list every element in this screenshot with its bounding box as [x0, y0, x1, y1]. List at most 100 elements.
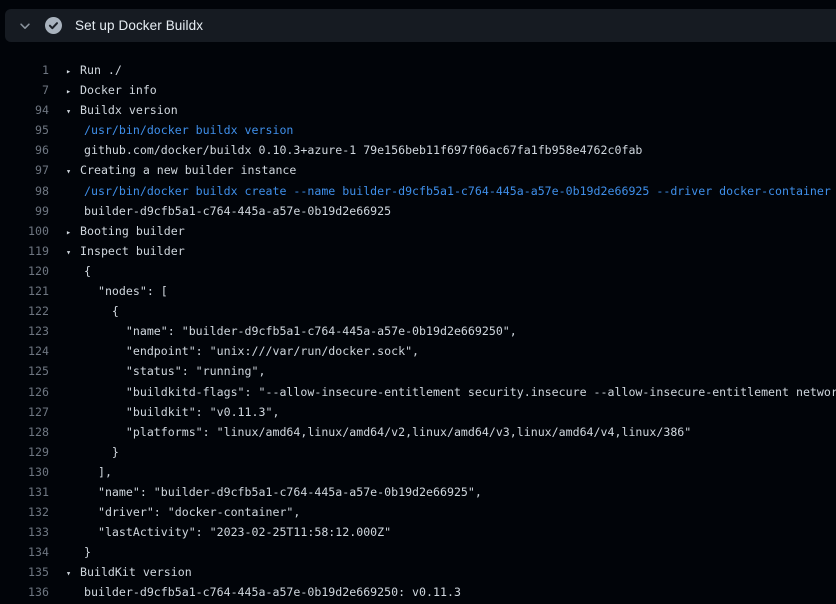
group-title: BuildKit version [80, 565, 192, 579]
line-number[interactable]: 125 [0, 361, 49, 381]
line-number[interactable]: 94 [0, 100, 49, 120]
line-number[interactable]: 7 [0, 80, 49, 100]
log-line: 128 "platforms": "linux/amd64,linux/amd6… [0, 422, 836, 442]
line-number[interactable]: 95 [0, 120, 49, 140]
line-number[interactable]: 134 [0, 542, 49, 562]
group-expanded-icon[interactable]: ▾ [66, 564, 80, 582]
output-text: "platforms": "linux/amd64,linux/amd64/v2… [66, 422, 691, 442]
group-collapsed-icon[interactable]: ▸ [66, 62, 80, 80]
group-row-body[interactable]: ▸Booting builder [66, 221, 185, 241]
line-number[interactable]: 124 [0, 341, 49, 361]
group-expanded-icon[interactable]: ▾ [66, 162, 80, 180]
line-number[interactable]: 122 [0, 301, 49, 321]
log-line[interactable]: 135 ▾BuildKit version [0, 562, 836, 582]
log-line: 122 { [0, 301, 836, 321]
output-text: "name": "builder-d9cfb5a1-c764-445a-a57e… [66, 482, 482, 502]
group-row-body[interactable]: ▾Inspect builder [66, 241, 185, 261]
output-text: { [66, 301, 119, 321]
actions-log-viewer: Set up Docker Buildx 1▸Run ./7▸Docker in… [0, 0, 836, 604]
step-header[interactable]: Set up Docker Buildx [5, 9, 836, 42]
output-text: { [66, 261, 91, 281]
log-line: 134} [0, 542, 836, 562]
group-collapsed-icon[interactable]: ▸ [66, 82, 80, 100]
line-number[interactable]: 97 [0, 160, 49, 180]
line-number[interactable]: 136 [0, 582, 49, 602]
line-number[interactable]: 127 [0, 402, 49, 422]
log-line[interactable]: 119 ▾Inspect builder [0, 241, 836, 261]
output-text: "driver": "docker-container", [66, 502, 300, 522]
line-number[interactable]: 121 [0, 281, 49, 301]
log-line: 133 "lastActivity": "2023-02-25T11:58:12… [0, 522, 836, 542]
group-row-body[interactable]: ▾Creating a new builder instance [66, 160, 296, 180]
log-line: 132 "driver": "docker-container", [0, 502, 836, 522]
log-line: 95/usr/bin/docker buildx version [0, 120, 836, 140]
line-number[interactable]: 131 [0, 482, 49, 502]
output-text: "lastActivity": "2023-02-25T11:58:12.000… [66, 522, 391, 542]
log-line: 130 ], [0, 462, 836, 482]
log-lines: 1▸Run ./7▸Docker info94▾Buildx version95… [0, 60, 836, 603]
group-title: Booting builder [80, 224, 185, 238]
line-number[interactable]: 100 [0, 221, 49, 241]
command-text: /usr/bin/docker buildx create --name bui… [66, 181, 831, 201]
log-line: 136 builder-d9cfb5a1-c764-445a-a57e-0b19d… [0, 582, 836, 602]
log-line: 121 "nodes": [ [0, 281, 836, 301]
group-title: Creating a new builder instance [80, 163, 296, 177]
line-number[interactable]: 120 [0, 261, 49, 281]
log-line[interactable]: 1 ▸Run ./ [0, 60, 836, 80]
output-text: ], [66, 462, 112, 482]
line-number[interactable]: 132 [0, 502, 49, 522]
group-title: Run ./ [80, 63, 122, 77]
output-text: "status": "running", [66, 361, 265, 381]
log-line[interactable]: 100 ▸Booting builder [0, 221, 836, 241]
log-line: 129 } [0, 442, 836, 462]
chevron-down-icon[interactable] [18, 19, 32, 33]
log-line: 98/usr/bin/docker buildx create --name b… [0, 181, 836, 201]
line-number[interactable]: 119 [0, 241, 49, 261]
output-text: "buildkit": "v0.11.3", [66, 402, 279, 422]
output-text: builder-d9cfb5a1-c764-445a-a57e-0b19d2e6… [66, 201, 391, 221]
group-title: Buildx version [80, 103, 178, 117]
group-expanded-icon[interactable]: ▾ [66, 102, 80, 120]
log-line: 127 "buildkit": "v0.11.3", [0, 402, 836, 422]
line-number[interactable]: 123 [0, 321, 49, 341]
check-circle-icon [45, 17, 62, 34]
output-text: "name": "builder-d9cfb5a1-c764-445a-a57e… [66, 321, 517, 341]
log-line: 96 github.com/docker/buildx 0.10.3+azure-… [0, 140, 836, 160]
log-line: 124 "endpoint": "unix:///var/run/docker.… [0, 341, 836, 361]
log-line[interactable]: 7 ▸Docker info [0, 80, 836, 100]
line-number[interactable]: 135 [0, 562, 49, 582]
group-row-body[interactable]: ▸Docker info [66, 80, 157, 100]
line-number[interactable]: 133 [0, 522, 49, 542]
line-number[interactable]: 129 [0, 442, 49, 462]
line-number[interactable]: 130 [0, 462, 49, 482]
output-text: } [66, 542, 91, 562]
group-title: Inspect builder [80, 244, 185, 258]
group-collapsed-icon[interactable]: ▸ [66, 223, 80, 241]
log-line: 99 builder-d9cfb5a1-c764-445a-a57e-0b19d2… [0, 201, 836, 221]
output-text: builder-d9cfb5a1-c764-445a-a57e-0b19d2e6… [66, 582, 461, 602]
output-text: } [66, 442, 119, 462]
command-text: /usr/bin/docker buildx version [66, 120, 293, 140]
line-number[interactable]: 99 [0, 201, 49, 221]
line-number[interactable]: 96 [0, 140, 49, 160]
line-number[interactable]: 128 [0, 422, 49, 442]
group-row-body[interactable]: ▸Run ./ [66, 60, 122, 80]
line-number[interactable]: 98 [0, 181, 49, 201]
log-line[interactable]: 94 ▾Buildx version [0, 100, 836, 120]
line-number[interactable]: 126 [0, 382, 49, 402]
group-row-body[interactable]: ▾BuildKit version [66, 562, 192, 582]
output-text: "buildkitd-flags": "--allow-insecure-ent… [66, 382, 836, 402]
log-line: 126 "buildkitd-flags": "--allow-insecure… [0, 382, 836, 402]
group-title: Docker info [80, 83, 157, 97]
group-expanded-icon[interactable]: ▾ [66, 243, 80, 261]
group-row-body[interactable]: ▾Buildx version [66, 100, 178, 120]
log-line: 123 "name": "builder-d9cfb5a1-c764-445a-… [0, 321, 836, 341]
log-line[interactable]: 97 ▾Creating a new builder instance [0, 160, 836, 180]
output-text: "nodes": [ [66, 281, 168, 301]
log-line: 131 "name": "builder-d9cfb5a1-c764-445a-… [0, 482, 836, 502]
log-line: 125 "status": "running", [0, 361, 836, 381]
log-line: 120 { [0, 261, 836, 281]
step-title: Set up Docker Buildx [75, 18, 203, 33]
output-text: github.com/docker/buildx 0.10.3+azure-1 … [66, 140, 642, 160]
line-number[interactable]: 1 [0, 60, 49, 80]
